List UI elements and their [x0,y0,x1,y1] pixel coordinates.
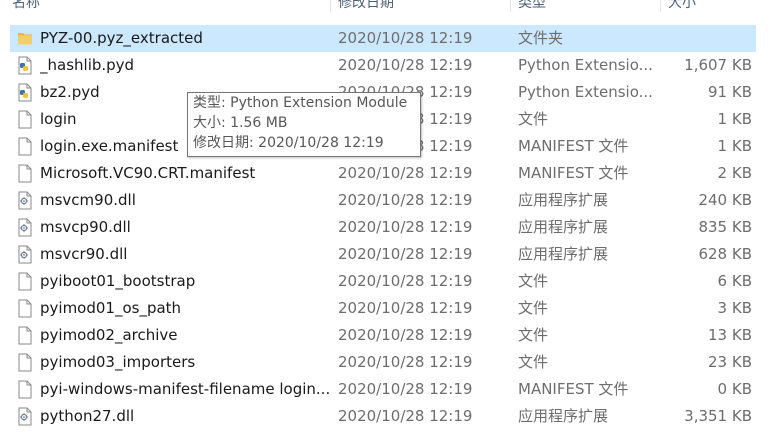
file-size: 1 KB [717,110,752,128]
file-type: 应用程序扩展 [518,407,609,425]
column-date-header[interactable]: 修改日期 [338,0,394,12]
dll-file-icon [17,407,33,426]
file-size: 91 KB [708,83,752,101]
file-date-modified: 2020/10/28 12:19 [338,272,473,290]
file-type: Python Extensio... [518,56,653,74]
file-size: 240 KB [698,191,752,209]
file-name: python27.dll [40,407,135,425]
dll-file-icon [17,218,33,237]
file-size: 13 KB [708,326,752,344]
file-type: 应用程序扩展 [518,245,609,263]
python-file-icon [17,83,33,102]
file-size: 3,351 KB [684,407,752,425]
file-row[interactable]: _hashlib.pyd 2020/10/28 12:19 Python Exten… [10,52,756,79]
column-type-header[interactable]: 类型 [518,0,546,12]
file-row[interactable]: msvcm90.dll 2020/10/28 12:19 应用程序扩展 240 KB [10,187,756,214]
file-name: msvcp90.dll [40,218,131,236]
blank-file-icon [17,272,33,291]
file-type: MANIFEST 文件 [518,164,629,182]
column-divider[interactable] [660,0,661,12]
file-size: 6 KB [717,272,752,290]
dll-file-icon [17,191,33,210]
file-type: Python Extensio... [518,83,653,101]
folder-icon [17,29,33,48]
file-size: 3 KB [717,299,752,317]
file-date-modified: 2020/10/28 12:19 [338,164,473,182]
file-name: _hashlib.pyd [40,56,135,74]
file-row[interactable]: pyimod03_importers 2020/10/28 12:19 文件 23 K… [10,349,756,376]
file-date-modified: 2020/10/28 12:19 [338,56,473,74]
tooltip-type: 类型: Python Extension Module [193,95,408,111]
blank-file-icon [17,353,33,372]
dll-file-icon [17,245,33,264]
file-date-modified: 2020/10/28 12:19 [338,29,473,47]
file-name: pyimod03_importers [40,353,196,371]
tooltip-date: 修改日期: 2020/10/28 12:19 [193,135,384,151]
file-type: 应用程序扩展 [518,191,609,209]
file-type: 文件 [518,110,549,128]
file-name: pyimod02_archive [40,326,178,344]
file-name: PYZ-00.pyz_extracted [40,29,203,47]
file-name: msvcr90.dll [40,245,128,263]
blank-file-icon [17,164,33,183]
file-date-modified: 2020/10/28 12:19 [338,380,473,398]
file-size: 1 KB [717,137,752,155]
file-type: 文件 [518,272,549,290]
file-row[interactable]: pyimod01_os_path 2020/10/28 12:19 文件 3 KB [10,295,756,322]
column-size-header[interactable]: 大小 [668,0,696,12]
file-row[interactable]: PYZ-00.pyz_extracted 2020/10/28 12:19 文件夹 [10,25,756,52]
file-size: 835 KB [698,218,752,236]
file-date-modified: 2020/10/28 12:19 [338,353,473,371]
file-date-modified: 2020/10/28 12:19 [338,245,473,263]
file-name: pyi-windows-manifest-filename login... [40,380,330,398]
column-divider[interactable] [510,0,511,12]
python-file-icon [17,56,33,75]
file-row[interactable]: python27.dll 2020/10/28 12:19 应用程序扩展 3,351 … [10,403,756,430]
file-type: 文件夹 [518,29,564,47]
file-type: 文件 [518,299,549,317]
file-type: 应用程序扩展 [518,218,609,236]
file-date-modified: 2020/10/28 12:19 [338,299,473,317]
file-size: 628 KB [698,245,752,263]
blank-file-icon [17,110,33,129]
file-type: MANIFEST 文件 [518,380,629,398]
file-type: MANIFEST 文件 [518,137,629,155]
file-name: Microsoft.VC90.CRT.manifest [40,164,256,182]
file-name: msvcm90.dll [40,191,136,209]
file-size [650,25,752,52]
file-type: 文件 [518,353,549,371]
file-row[interactable]: msvcr90.dll 2020/10/28 12:19 应用程序扩展 628 KB [10,241,756,268]
file-row[interactable]: Microsoft.VC90.CRT.manifest 2020/10/28 12… [10,160,756,187]
blank-file-icon [17,137,33,156]
file-date-modified: 2020/10/28 12:19 [338,191,473,209]
file-row[interactable]: pyimod02_archive 2020/10/28 12:19 文件 13 KB [10,322,756,349]
file-size: 23 KB [708,353,752,371]
file-name: pyiboot01_bootstrap [40,272,196,290]
file-info-tooltip: 类型: Python Extension Module 大小: 1.56 MB … [187,92,421,157]
blank-file-icon [17,326,33,345]
file-type: 文件 [518,326,549,344]
blank-file-icon [17,299,33,318]
file-row[interactable]: msvcp90.dll 2020/10/28 12:19 应用程序扩展 835 KB [10,214,756,241]
file-size: 2 KB [717,164,752,182]
file-size: 0 KB [717,380,752,398]
file-date-modified: 2020/10/28 12:19 [338,326,473,344]
column-divider[interactable] [330,0,331,12]
tooltip-size: 大小: 1.56 MB [193,115,288,131]
file-size: 1,607 KB [684,56,752,74]
file-date-modified: 2020/10/28 12:19 [338,218,473,236]
file-name: pyimod01_os_path [40,299,182,317]
blank-file-icon [17,380,33,399]
column-header: 名称 修改日期 类型 大小 [0,0,780,12]
column-name-header[interactable]: 名称 [12,0,40,12]
file-row[interactable]: pyi-windows-manifest-filename login... 20… [10,376,756,403]
file-date-modified: 2020/10/28 12:19 [338,407,473,425]
file-row[interactable]: pyiboot01_bootstrap 2020/10/28 12:19 文件 6 K… [10,268,756,295]
